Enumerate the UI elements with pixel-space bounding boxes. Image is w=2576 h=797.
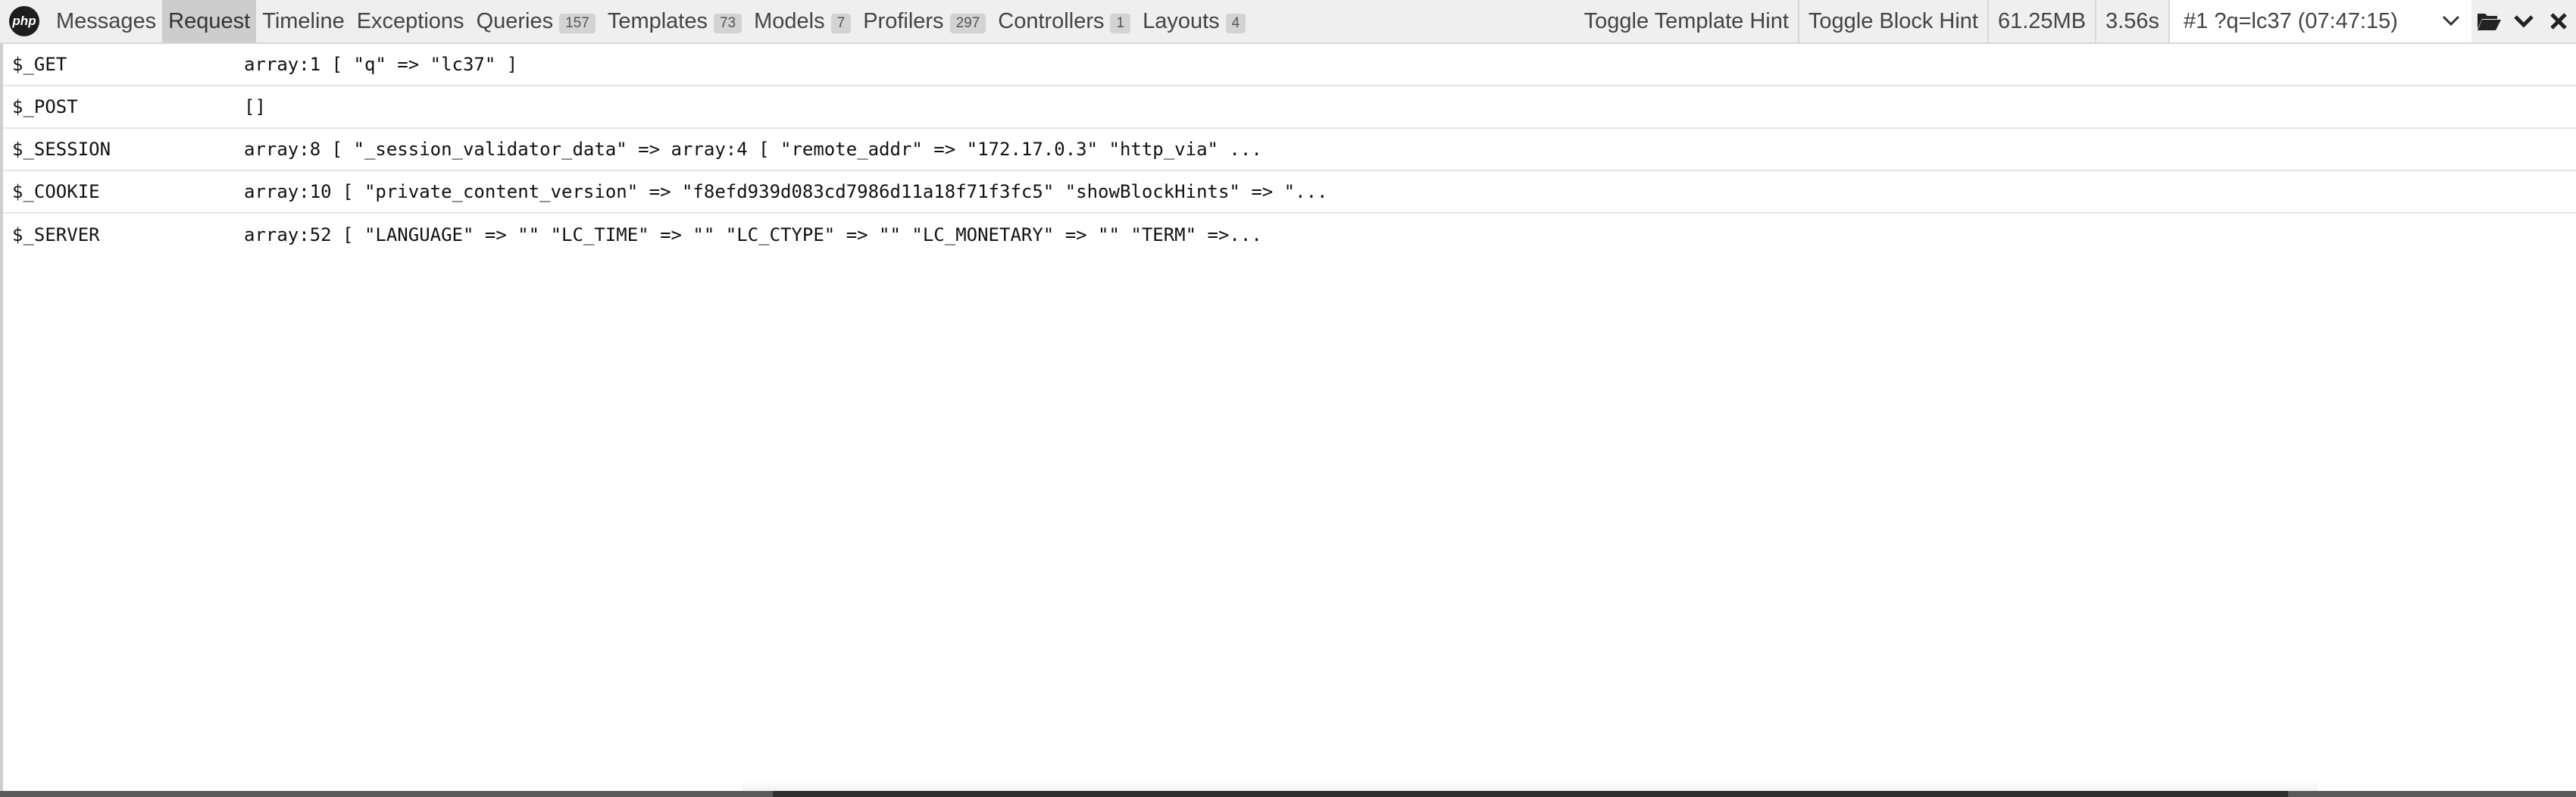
debugbar-tabs: Messages Request Timeline Exceptions Que… — [50, 0, 1252, 42]
tab-label: Layouts — [1143, 8, 1220, 33]
table-row: $_SESSION array:8 [ "_session_validator_… — [3, 129, 2576, 171]
folder-open-icon[interactable] — [2471, 0, 2506, 42]
minimize-chevron-icon[interactable] — [2506, 0, 2541, 42]
tab-label: Templates — [607, 8, 708, 33]
toggle-template-hint-button[interactable]: Toggle Template Hint — [1575, 0, 1798, 42]
memory-usage: 61.25MB — [1987, 0, 2095, 42]
tab-profilers[interactable]: Profilers 297 — [857, 0, 992, 42]
var-value[interactable]: array:10 [ "private_content_version" => … — [244, 181, 1327, 202]
var-name: $_SESSION — [12, 139, 111, 160]
tab-label: Queries — [476, 8, 554, 33]
var-value[interactable]: array:8 [ "_session_validator_data" => a… — [244, 139, 1262, 160]
tab-label: Exceptions — [356, 8, 464, 33]
tab-queries[interactable]: Queries 157 — [470, 0, 602, 42]
toggle-block-hint-button[interactable]: Toggle Block Hint — [1797, 0, 1987, 42]
tab-models[interactable]: Models 7 — [748, 0, 857, 42]
tab-label: Controllers — [998, 8, 1105, 33]
count-badge: 1 — [1110, 14, 1131, 33]
tab-controllers[interactable]: Controllers 1 — [992, 0, 1136, 42]
tab-label: Timeline — [262, 8, 345, 33]
var-name: $_POST — [12, 96, 78, 117]
tab-timeline[interactable]: Timeline — [256, 0, 351, 42]
table-row: $_COOKIE array:10 [ "private_content_ver… — [3, 171, 2576, 214]
var-value[interactable]: array:52 [ "LANGUAGE" => "" "LC_TIME" =>… — [244, 224, 1262, 245]
table-row: $_GET array:1 [ "q" => "lc37" ] — [3, 44, 2576, 86]
table-row: $_POST [] — [3, 86, 2576, 129]
resize-handle[interactable] — [773, 791, 2288, 797]
tab-label: Messages — [56, 8, 157, 33]
tab-messages[interactable]: Messages — [50, 0, 162, 42]
count-badge: 7 — [830, 14, 852, 33]
tab-label: Models — [754, 8, 825, 33]
var-name: $_COOKIE — [12, 181, 100, 202]
var-name: $_GET — [12, 54, 67, 75]
tab-layouts[interactable]: Layouts 4 — [1136, 0, 1252, 42]
debugbar-toolbar: php Messages Request Timeline Exceptions… — [0, 0, 2576, 44]
var-value[interactable]: array:1 [ "q" => "lc37" ] — [244, 54, 517, 75]
chevron-down-icon — [2441, 11, 2461, 31]
request-panel: $_GET array:1 [ "q" => "lc37" ] $_POST [… — [0, 44, 2576, 797]
tab-label: Profilers — [863, 8, 944, 33]
var-value[interactable]: [] — [244, 96, 266, 117]
request-select-value: #1 ?q=lc37 (07:47:15) — [2184, 8, 2398, 33]
count-badge: 4 — [1225, 14, 1246, 33]
count-badge: 157 — [559, 14, 596, 33]
count-badge: 297 — [949, 14, 986, 33]
tab-templates[interactable]: Templates 73 — [602, 0, 748, 42]
tab-request[interactable]: Request — [162, 0, 257, 42]
tab-label: Request — [168, 8, 251, 33]
close-icon[interactable] — [2541, 0, 2576, 42]
php-logo[interactable]: php — [9, 6, 39, 36]
request-duration: 3.56s — [2095, 0, 2168, 42]
table-row: $_SERVER array:52 [ "LANGUAGE" => "" "LC… — [3, 214, 2576, 256]
toolbar-right-group: Toggle Template Hint Toggle Block Hint 6… — [1575, 0, 2576, 42]
count-badge: 73 — [713, 14, 742, 33]
request-select[interactable]: #1 ?q=lc37 (07:47:15) — [2168, 0, 2471, 42]
tab-exceptions[interactable]: Exceptions — [351, 0, 470, 42]
var-name: $_SERVER — [12, 224, 100, 245]
